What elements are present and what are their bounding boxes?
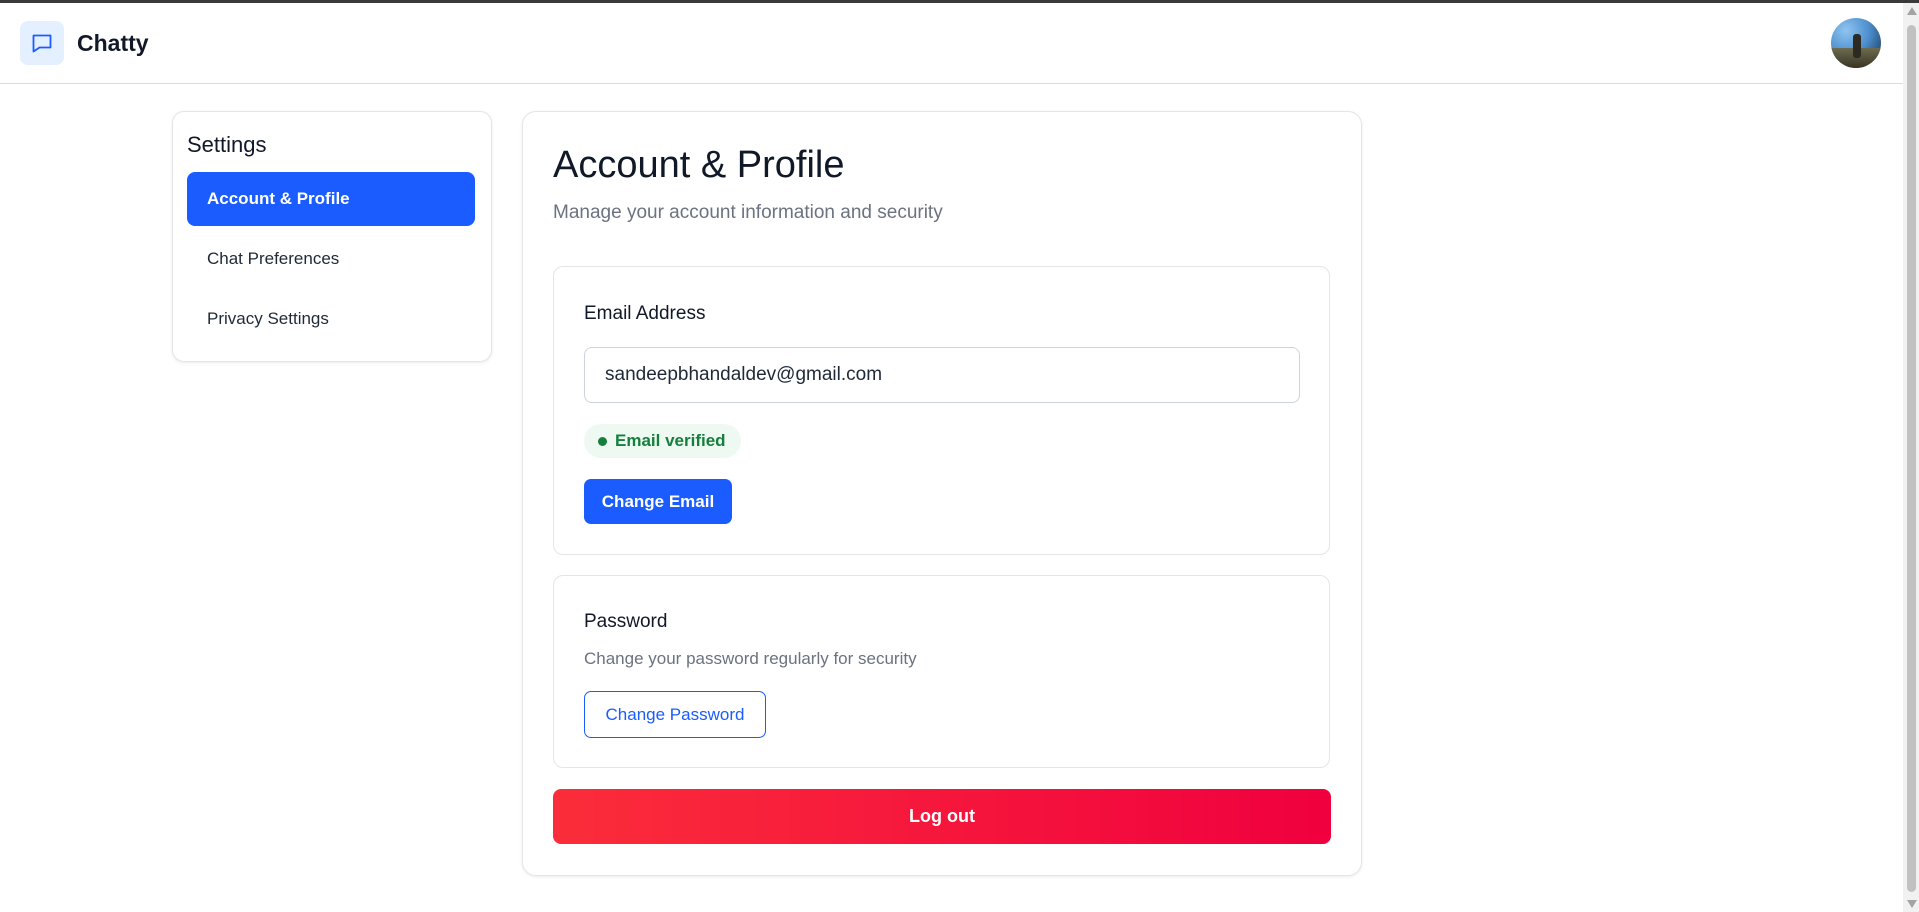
password-description: Change your password regularly for secur… [584,649,917,668]
page-subtitle: Manage your account information and secu… [553,202,943,223]
top-navbar: Chatty [0,3,1903,84]
email-verified-badge: Email verified [584,424,741,458]
chat-bubble-icon[interactable] [20,21,64,65]
sidebar-item-label: Privacy Settings [207,309,329,328]
scroll-up-arrow-icon[interactable] [1907,7,1917,15]
verified-dot-icon [598,436,607,446]
logout-button[interactable]: Log out [553,789,1331,844]
email-section: Email Address Email verified Change Emai… [553,266,1330,555]
scroll-thumb[interactable] [1907,25,1916,892]
vertical-scrollbar[interactable] [1903,3,1919,912]
verified-status-text: Email verified [615,431,726,450]
sidebar-title: Settings [187,132,267,157]
app-name[interactable]: Chatty [77,30,149,57]
password-section: Password Change your password regularly … [553,575,1330,768]
email-label: Email Address [584,303,706,324]
change-email-button[interactable]: Change Email [584,479,732,524]
change-password-button[interactable]: Change Password [584,691,766,738]
account-profile-card: Account & Profile Manage your account in… [522,111,1362,876]
user-avatar[interactable] [1831,18,1881,68]
page-title: Account & Profile [553,144,845,186]
sidebar-item-chat-preferences[interactable]: Chat Preferences [187,232,475,286]
sidebar-item-label: Chat Preferences [207,249,340,268]
password-label: Password [584,611,668,632]
sidebar-item-label: Account & Profile [207,189,350,208]
avatar-figure [1853,34,1861,58]
email-field[interactable] [584,347,1300,403]
sidebar-item-account-profile[interactable]: Account & Profile [187,172,475,226]
scroll-down-arrow-icon[interactable] [1907,900,1917,908]
settings-sidebar: Settings Account & Profile Chat Preferen… [172,111,492,362]
sidebar-item-privacy-settings[interactable]: Privacy Settings [187,292,475,346]
